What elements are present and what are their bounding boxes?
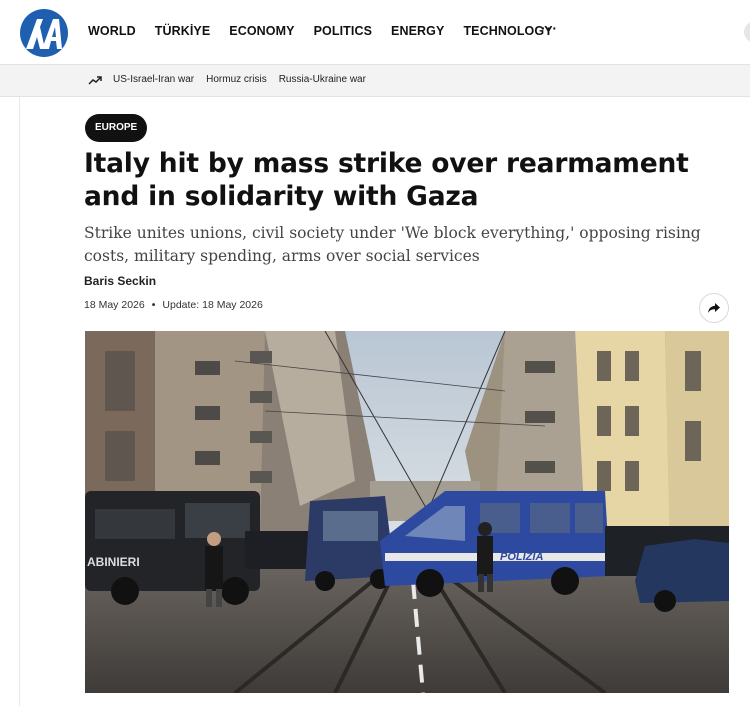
nav-item-politics[interactable]: POLITICS: [314, 24, 372, 38]
article-photo: ABINIERI POLIZIA: [85, 331, 729, 693]
article-subtitle: Strike unites unions, civil society unde…: [84, 224, 701, 265]
share-arrow-icon: [708, 303, 720, 313]
main-nav: WORLD TÜRKİYE ECONOMY POLITICS ENERGY TE…: [88, 24, 572, 38]
author-name[interactable]: Baris Seckin: [84, 274, 156, 288]
article-headline: Italy hit by mass strike over rearmament…: [84, 148, 689, 212]
top-navigation: AA WORLD TÜRKİYE ECONOMY POLITICS ENERGY…: [0, 0, 750, 64]
more-menu-button[interactable]: ···: [541, 20, 558, 36]
trending-links: US-Israel-Iran war Hormuz crisis Russia-…: [113, 74, 378, 85]
nav-item-economy[interactable]: ECONOMY: [229, 24, 294, 38]
trending-link[interactable]: US-Israel-Iran war: [113, 74, 194, 85]
street-scene-image: ABINIERI POLIZIA: [85, 331, 729, 693]
published-date: 18 May 2026: [84, 299, 145, 311]
updated-date: Update: 18 May 2026: [162, 299, 263, 311]
nav-item-technology[interactable]: TECHNOLOGY: [463, 24, 552, 38]
nav-item-world[interactable]: WORLD: [88, 24, 136, 38]
category-badge[interactable]: EUROPE: [85, 114, 148, 142]
trending-arrow-icon: [88, 76, 102, 85]
trending-link[interactable]: Hormuz crisis: [206, 74, 267, 85]
trending-bar: US-Israel-Iran war Hormuz crisis Russia-…: [0, 64, 750, 97]
share-button[interactable]: [699, 293, 729, 323]
svg-text:AA: AA: [18, 8, 20, 9]
van-right-label: POLIZIA: [500, 551, 543, 563]
edge-control[interactable]: [744, 22, 750, 42]
left-divider: [19, 97, 20, 706]
date-separator: •: [151, 299, 156, 311]
nav-item-turkiye[interactable]: TÜRKİYE: [155, 24, 211, 38]
article-dates: 18 May 2026 • Update: 18 May 2026: [84, 299, 263, 311]
aa-logo[interactable]: AA: [18, 8, 70, 58]
van-left-label: ABINIERI: [87, 555, 140, 569]
nav-item-energy[interactable]: ENERGY: [391, 24, 444, 38]
trending-link[interactable]: Russia-Ukraine war: [279, 74, 366, 85]
